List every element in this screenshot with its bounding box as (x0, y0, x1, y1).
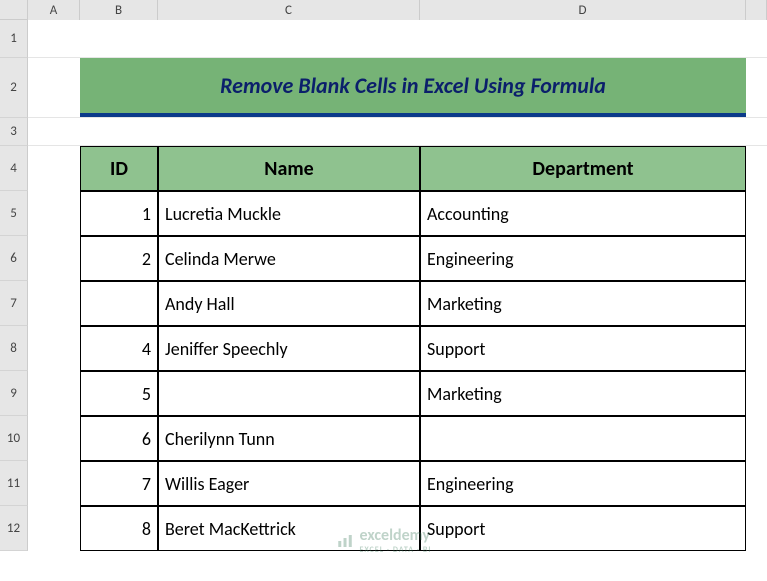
page-title[interactable]: Remove Blank Cells in Excel Using Formul… (80, 58, 746, 117)
cell-dept[interactable]: Accounting (420, 191, 746, 236)
cell-id[interactable] (80, 281, 158, 326)
row-header-11[interactable]: 11 (0, 461, 28, 506)
cell-a10[interactable] (28, 416, 80, 461)
row-header-8[interactable]: 8 (0, 326, 28, 371)
cell-name[interactable]: Cherilynn Tunn (158, 416, 420, 461)
table-row: 5 Marketing (28, 371, 767, 416)
col-header-d[interactable]: D (420, 0, 746, 20)
table-header-dept[interactable]: Department (420, 146, 746, 191)
cell-a4[interactable] (28, 146, 80, 191)
row-header-3[interactable]: 3 (0, 118, 28, 146)
cell-a1[interactable] (28, 20, 80, 57)
row-2: Remove Blank Cells in Excel Using Formul… (28, 58, 767, 118)
cell-b1[interactable] (80, 20, 158, 57)
cell-id[interactable]: 5 (80, 371, 158, 416)
cell-name[interactable]: Andy Hall (158, 281, 420, 326)
table-row: 7Willis EagerEngineering (28, 461, 767, 506)
cell-d3[interactable] (420, 118, 746, 145)
col-header-b[interactable]: B (80, 0, 158, 20)
table-row: 6Cherilynn Tunn (28, 416, 767, 461)
cell-id[interactable]: 1 (80, 191, 158, 236)
cell-name[interactable]: Lucretia Muckle (158, 191, 420, 236)
cell-dept[interactable]: Support (420, 506, 746, 551)
cell-a6[interactable] (28, 236, 80, 281)
row-header-7[interactable]: 7 (0, 281, 28, 326)
cell-dept[interactable]: Support (420, 326, 746, 371)
cell-c3[interactable] (158, 118, 420, 145)
cell-a11[interactable] (28, 461, 80, 506)
cell-a5[interactable] (28, 191, 80, 236)
row-1 (28, 20, 767, 58)
cell-name[interactable]: Willis Eager (158, 461, 420, 506)
column-headers-row: A B C D (0, 0, 767, 20)
table-row: 1Lucretia MuckleAccounting (28, 191, 767, 236)
row-header-9[interactable]: 9 (0, 371, 28, 416)
cell-dept[interactable] (420, 416, 746, 461)
cell-dept[interactable]: Engineering (420, 236, 746, 281)
cell-id[interactable]: 7 (80, 461, 158, 506)
cell-name[interactable]: Jeniffer Speechly (158, 326, 420, 371)
row-3 (28, 118, 767, 146)
table-row: 2Celinda MerweEngineering (28, 236, 767, 281)
row-header-4[interactable]: 4 (0, 146, 28, 191)
watermark-sub: EXCEL · DATA · BI (360, 545, 432, 555)
cell-d1[interactable] (420, 20, 746, 57)
table-row: Andy HallMarketing (28, 281, 767, 326)
row-header-5[interactable]: 5 (0, 191, 28, 236)
row-header-2[interactable]: 2 (0, 58, 28, 118)
cell-c1[interactable] (158, 20, 420, 57)
spreadsheet-grid: A B C D 1 2 3 4 5 6 7 8 9 10 11 12 Remov… (0, 0, 767, 581)
cell-id[interactable]: 6 (80, 416, 158, 461)
cell-dept[interactable]: Engineering (420, 461, 746, 506)
row-header-1[interactable]: 1 (0, 20, 28, 58)
cell-b3[interactable] (80, 118, 158, 145)
chart-icon (336, 532, 354, 550)
row-header-6[interactable]: 6 (0, 236, 28, 281)
table-header-name[interactable]: Name (158, 146, 420, 191)
sheet-content: Remove Blank Cells in Excel Using Formul… (28, 20, 767, 551)
watermark: exceldemy EXCEL · DATA · BI (336, 526, 432, 555)
row-header-12[interactable]: 12 (0, 506, 28, 551)
cell-a9[interactable] (28, 371, 80, 416)
table-row: 4Jeniffer SpeechlySupport (28, 326, 767, 371)
cell-id[interactable]: 2 (80, 236, 158, 281)
cell-a8[interactable] (28, 326, 80, 371)
col-header-c[interactable]: C (158, 0, 420, 20)
cell-a2[interactable] (28, 58, 80, 117)
cell-a3[interactable] (28, 118, 80, 145)
table-header-row: ID Name Department (28, 146, 767, 191)
table-header-id[interactable]: ID (80, 146, 158, 191)
col-header-a[interactable]: A (28, 0, 80, 20)
cell-a12[interactable] (28, 506, 80, 551)
cell-dept[interactable]: Marketing (420, 371, 746, 416)
cell-name[interactable] (158, 371, 420, 416)
cell-id[interactable]: 8 (80, 506, 158, 551)
watermark-brand: exceldemy (360, 526, 430, 545)
cell-name[interactable]: Celinda Merwe (158, 236, 420, 281)
select-all-corner[interactable] (0, 0, 28, 20)
cell-id[interactable]: 4 (80, 326, 158, 371)
row-headers-col: 1 2 3 4 5 6 7 8 9 10 11 12 (0, 20, 28, 551)
cell-dept[interactable]: Marketing (420, 281, 746, 326)
cell-a7[interactable] (28, 281, 80, 326)
row-header-10[interactable]: 10 (0, 416, 28, 461)
col-header-e[interactable] (746, 0, 767, 20)
